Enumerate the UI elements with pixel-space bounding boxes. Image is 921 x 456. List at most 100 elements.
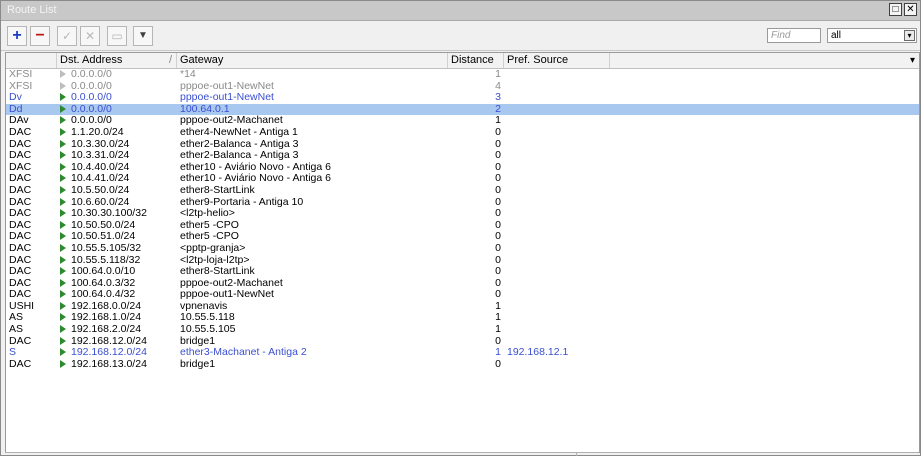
table-row[interactable]: DAC 100.64.0.4/32 pppoe-out1-NewNet 0 bbox=[6, 289, 919, 301]
table-row[interactable]: DAC 10.4.40.0/24 ether10 - Aviário Novo - … bbox=[6, 162, 919, 174]
table-row[interactable]: DAC 192.168.13.0/24 bridge1 0 bbox=[6, 359, 919, 371]
cell-distance: 0 bbox=[495, 219, 501, 231]
remove-button[interactable]: − bbox=[30, 26, 50, 46]
comment-button[interactable]: ▭ bbox=[107, 26, 127, 46]
table-row[interactable]: Dd 0.0.0.0/0 100.64.0.1 2 bbox=[6, 103, 919, 116]
close-icon[interactable]: ✕ bbox=[904, 3, 917, 16]
cell-gateway: ether9-Portaria - Antiga 10 bbox=[180, 196, 304, 208]
cell-text: 0.0.0.0/0 bbox=[71, 80, 112, 92]
table-row[interactable]: DAC 10.55.5.105/32 <pptp-granja> 0 bbox=[6, 243, 919, 255]
table-row[interactable]: XFSI 0.0.0.0/0 pppoe-out1-NewNet 4 bbox=[6, 81, 919, 93]
table-row[interactable]: Dv 0.0.0.0/0 pppoe-out1-NewNet 3 bbox=[6, 92, 919, 104]
filter-button[interactable]: ▼ bbox=[133, 26, 153, 46]
cell-pref-source bbox=[504, 104, 610, 116]
cell-dst-address: 192.168.1.0/24 bbox=[57, 312, 177, 324]
table-row[interactable]: DAC 10.50.51.0/24 ether5 -CPO 0 bbox=[6, 231, 919, 243]
header-dst-address[interactable]: Dst. Address / bbox=[57, 53, 177, 68]
cell-dst-address: 0.0.0.0/0 bbox=[57, 81, 177, 93]
cell-gateway: ether8-StartLink bbox=[180, 184, 255, 196]
table-row[interactable]: DAC 100.64.0.0/10 ether8-StartLink 0 bbox=[6, 266, 919, 278]
cell-text: 10.4.41.0/24 bbox=[71, 173, 130, 185]
route-active-icon bbox=[60, 301, 66, 310]
table-row[interactable]: DAC 10.6.60.0/24 ether9-Portaria - Antiga … bbox=[6, 197, 919, 209]
route-active-icon bbox=[60, 313, 66, 322]
header-pref-source[interactable]: Pref. Source bbox=[504, 53, 610, 68]
cell-text: 100.64.0.0/10 bbox=[71, 266, 136, 278]
route-active-icon bbox=[60, 127, 66, 136]
title-bar[interactable]: Route List □ ✕ bbox=[1, 1, 920, 21]
table-row[interactable]: XFSI 0.0.0.0/0 *14 1 bbox=[6, 69, 919, 81]
table-row[interactable]: DAC 100.64.0.3/32 pppoe-out2-Machanet 0 bbox=[6, 278, 919, 290]
route-active-icon bbox=[60, 151, 66, 160]
cell-flags: DAC bbox=[9, 335, 32, 347]
table-row[interactable]: DAC 10.50.50.0/24 ether5 -CPO 0 bbox=[6, 220, 919, 232]
table-row[interactable]: DAC 10.3.31.0/24 ether2-Balanca - Antiga 3… bbox=[6, 150, 919, 162]
enable-button[interactable]: ✓ bbox=[57, 26, 77, 46]
filter-select[interactable]: all ▾ bbox=[827, 28, 917, 43]
table-row[interactable]: DAC 192.168.12.0/24 bridge1 0 bbox=[6, 336, 919, 348]
header-gateway[interactable]: Gateway bbox=[177, 53, 448, 68]
table-row[interactable]: USHI 192.168.0.0/24 vpnenavis 1 bbox=[6, 301, 919, 313]
cell-flags: DAC bbox=[9, 150, 32, 162]
cell-dst-address: 10.4.40.0/24 bbox=[57, 162, 177, 174]
disable-button[interactable]: ✕ bbox=[80, 26, 100, 46]
cell-gateway: ether2-Balanca - Antiga 3 bbox=[180, 138, 299, 150]
cell-text: 10.50.50.0/24 bbox=[71, 219, 136, 231]
cell-flags: DAC bbox=[9, 289, 32, 301]
cell-gateway: pppoe-out1-NewNet bbox=[180, 92, 274, 104]
cell-text: 10.55.5.105/32 bbox=[71, 242, 142, 254]
cell-distance: 0 bbox=[495, 196, 501, 208]
header-flags[interactable] bbox=[6, 53, 57, 68]
cell-pref-source bbox=[504, 197, 610, 209]
table-row[interactable]: AS 192.168.1.0/24 10.55.5.118 1 bbox=[6, 312, 919, 324]
cell-flags: DAC bbox=[9, 219, 32, 231]
header-distance[interactable]: Distance bbox=[448, 53, 504, 68]
table-row[interactable]: DAv 0.0.0.0/0 pppoe-out2-Machanet 1 bbox=[6, 115, 919, 127]
cell-dst-address: 0.0.0.0/0 bbox=[57, 104, 177, 116]
cell-pref-source: 192.168.12.1 bbox=[507, 347, 569, 359]
cell-flags: AS bbox=[9, 324, 24, 336]
cell-dst-address: 0.0.0.0/0 bbox=[57, 92, 177, 104]
cell-dst-address: 10.4.41.0/24 bbox=[57, 173, 177, 185]
table-row[interactable]: DAC 1.1.20.0/24 ether4-NewNet - Antiga 1 0 bbox=[6, 127, 919, 139]
cell-distance: 0 bbox=[495, 173, 501, 185]
cell-gateway: <pptp-granja> bbox=[180, 242, 246, 254]
more-columns-icon[interactable]: ▾ bbox=[910, 53, 915, 68]
route-active-icon bbox=[60, 104, 66, 113]
table-row[interactable]: DAC 10.30.30.100/32 <l2tp-helio> 0 bbox=[6, 208, 919, 220]
restore-icon[interactable]: □ bbox=[889, 3, 902, 16]
table-row[interactable]: DAC 10.3.30.0/24 ether2-Balanca - Antiga 3… bbox=[6, 139, 919, 151]
chevron-down-icon[interactable]: ▾ bbox=[904, 30, 915, 41]
cell-distance: 0 bbox=[495, 266, 501, 278]
cell-text: 10.3.30.0/24 bbox=[71, 138, 130, 150]
cell-distance: 0 bbox=[495, 126, 501, 138]
route-active-icon bbox=[60, 359, 66, 368]
cell-text: 0.0.0.0/0 bbox=[71, 115, 112, 127]
find-input[interactable]: Find bbox=[767, 28, 821, 43]
cell-flags: DAC bbox=[9, 231, 32, 243]
cell-flags: Dv bbox=[9, 92, 22, 104]
cell-gateway: 10.55.5.118 bbox=[180, 312, 235, 324]
cell-pref-source bbox=[504, 301, 610, 313]
route-list-window: Route List □ ✕ + − ✓ ✕ ▭ ▼ Find all ▾ Ds… bbox=[0, 0, 921, 456]
cell-pref-source bbox=[504, 69, 610, 81]
cell-pref-source bbox=[504, 92, 610, 104]
table-row[interactable]: S 192.168.12.0/24 ether3-Machanet - Antiga… bbox=[6, 347, 919, 359]
cell-text: 192.168.12.0/24 bbox=[71, 335, 147, 347]
table-row[interactable]: DAC 10.55.5.118/32 <l2tp-loja-l2tp> 0 bbox=[6, 255, 919, 267]
cell-pref-source bbox=[504, 231, 610, 243]
cell-distance: 1 bbox=[495, 69, 501, 80]
add-button[interactable]: + bbox=[7, 26, 27, 46]
table-row[interactable]: AS 192.168.2.0/24 10.55.5.105 1 bbox=[6, 324, 919, 336]
route-active-icon bbox=[60, 348, 66, 357]
cell-flags: AS bbox=[9, 312, 24, 324]
cell-distance: 2 bbox=[495, 103, 501, 115]
cell-distance: 0 bbox=[495, 277, 501, 289]
cell-gateway: pppoe-out2-Machanet bbox=[180, 115, 283, 127]
table-row[interactable]: DAC 10.5.50.0/24 ether8-StartLink 0 bbox=[6, 185, 919, 197]
cell-distance: 0 bbox=[495, 335, 501, 347]
table-row[interactable]: DAC 10.4.41.0/24 ether10 - Aviário Novo - … bbox=[6, 173, 919, 185]
cell-pref-source bbox=[504, 243, 610, 255]
cell-text: 10.3.31.0/24 bbox=[71, 150, 130, 162]
cell-gateway: 100.64.0.1 bbox=[180, 103, 230, 115]
